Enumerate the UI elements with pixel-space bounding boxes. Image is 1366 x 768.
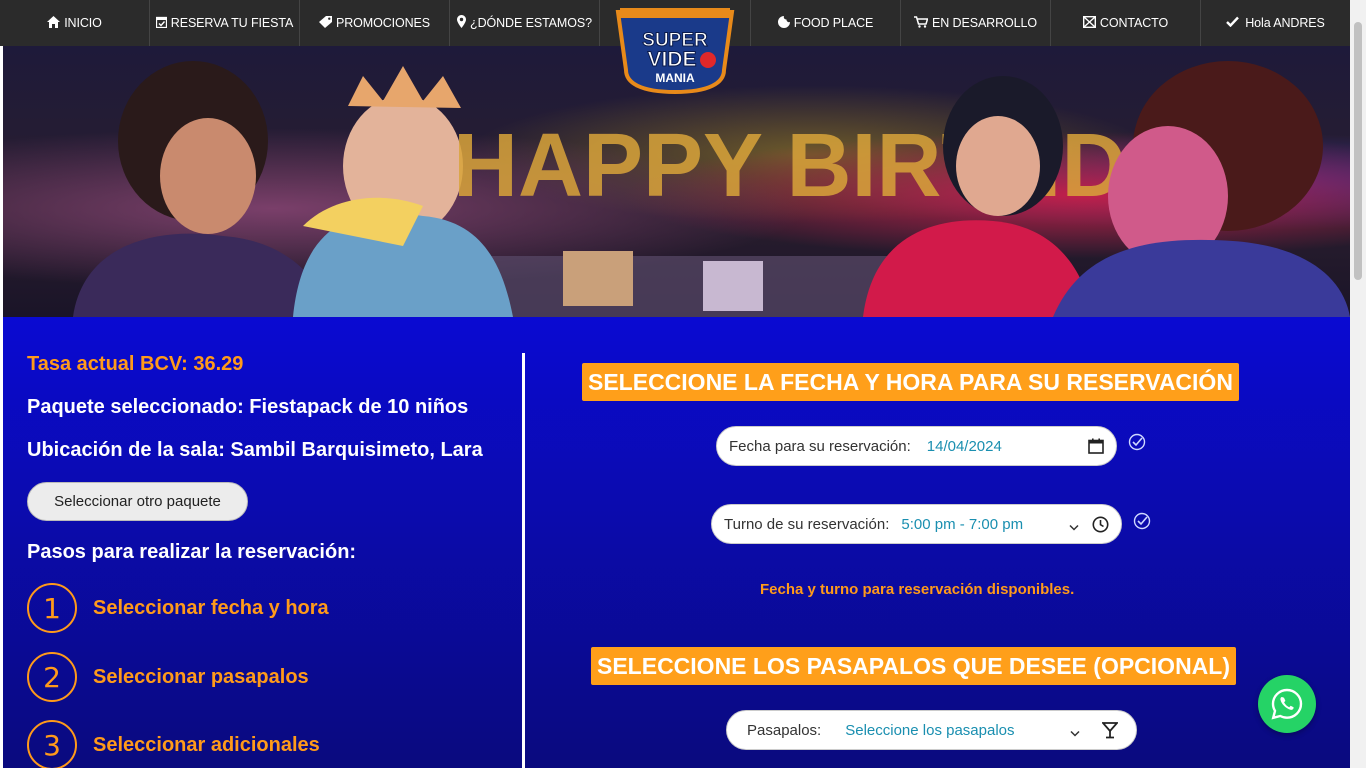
snacks-section-title: SELECCIONE LOS PASAPALOS QUE DESEE (OPCI… bbox=[591, 647, 1236, 685]
select-other-package-button[interactable]: Seleccionar otro paquete bbox=[27, 482, 248, 521]
nav-promociones-label: PROMOCIONES bbox=[335, 16, 431, 30]
nav-promociones[interactable]: PROMOCIONES bbox=[300, 0, 450, 46]
chevron-down-icon[interactable] bbox=[1069, 519, 1079, 536]
nav-usuario[interactable]: Hola ANDRES bbox=[1201, 0, 1350, 46]
shift-valid-check-icon bbox=[1133, 512, 1151, 535]
page-scrollbar[interactable] bbox=[1350, 0, 1366, 768]
snacks-field[interactable]: Pasapalos: Seleccione los pasapalos bbox=[726, 710, 1137, 750]
nav-reserva-label: RESERVA TU FIESTA bbox=[170, 16, 294, 30]
step-3-label: Seleccionar adicionales bbox=[93, 733, 320, 756]
bcv-rate: Tasa actual BCV: 36.29 bbox=[27, 353, 244, 375]
step-2-label: Seleccionar pasapalos bbox=[93, 665, 309, 688]
date-valid-check-icon bbox=[1128, 433, 1146, 456]
availability-message: Fecha y turno para reservación disponibl… bbox=[760, 581, 1075, 598]
shift-field[interactable]: Turno de su reservación: 5:00 pm - 7:00 … bbox=[711, 504, 1122, 544]
date-section-title: SELECCIONE LA FECHA Y HORA PARA SU RESER… bbox=[582, 363, 1239, 401]
date-field[interactable]: Fecha para su reservación: 14/04/2024 bbox=[716, 426, 1117, 466]
cocktail-icon[interactable] bbox=[1101, 722, 1119, 743]
envelope-icon bbox=[1082, 15, 1096, 31]
clock-icon[interactable] bbox=[1092, 516, 1109, 537]
logo-line2: VIDE bbox=[647, 48, 696, 71]
nav-reserva[interactable]: RESERVA TU FIESTA bbox=[150, 0, 300, 46]
date-label: Fecha para su reservación: bbox=[729, 437, 911, 455]
room-location: Ubicación de la sala: Sambil Barquisimet… bbox=[27, 439, 483, 461]
steps-title: Pasos para realizar la reservación: bbox=[27, 541, 357, 563]
whatsapp-icon bbox=[1271, 688, 1303, 720]
site-logo[interactable]: SUPER VIDE MANIA bbox=[614, 8, 736, 100]
nav-desarrollo[interactable]: EN DESARROLLO bbox=[901, 0, 1051, 46]
nav-desarrollo-label: EN DESARROLLO bbox=[932, 16, 1037, 30]
shift-label: Turno de su reservación: bbox=[724, 515, 890, 533]
nav-food[interactable]: FOOD PLACE bbox=[751, 0, 901, 46]
home-icon bbox=[47, 15, 61, 31]
cart-icon bbox=[914, 15, 929, 31]
step-3: 3 Seleccionar adicionales bbox=[27, 720, 320, 768]
selected-package: Paquete seleccionado: Fiestapack de 10 n… bbox=[27, 396, 469, 418]
nav-donde-label: ¿DÓNDE ESTAMOS? bbox=[470, 16, 592, 30]
date-value: 14/04/2024 bbox=[926, 437, 1002, 455]
nav-contacto[interactable]: CONTACTO bbox=[1051, 0, 1201, 46]
cookie-icon bbox=[777, 15, 790, 31]
whatsapp-button[interactable] bbox=[1258, 675, 1316, 733]
chevron-down-icon[interactable] bbox=[1070, 725, 1080, 742]
reservation-panel: Tasa actual BCV: 36.29 Paquete seleccion… bbox=[3, 317, 1350, 768]
nav-donde[interactable]: ¿DÓNDE ESTAMOS? bbox=[450, 0, 600, 46]
nav-food-label: FOOD PLACE bbox=[793, 16, 874, 30]
nav-inicio[interactable]: INICIO bbox=[0, 0, 150, 46]
step-1-number: 1 bbox=[27, 583, 77, 633]
snacks-label: Pasapalos: bbox=[747, 721, 822, 739]
calendar-icon[interactable] bbox=[1088, 438, 1104, 458]
map-pin-icon bbox=[457, 15, 467, 31]
shift-value: 5:00 pm - 7:00 pm bbox=[901, 515, 1024, 533]
step-1-label: Seleccionar fecha y hora bbox=[93, 596, 329, 619]
snacks-value: Seleccione los pasapalos bbox=[845, 721, 1015, 739]
step-3-number: 3 bbox=[27, 720, 77, 768]
step-1: 1 Seleccionar fecha y hora bbox=[27, 583, 329, 633]
nav-contacto-label: CONTACTO bbox=[1099, 16, 1169, 30]
step-2-number: 2 bbox=[27, 652, 77, 702]
logo-line3: MANIA bbox=[655, 71, 695, 85]
calendar-check-icon bbox=[155, 16, 167, 31]
column-divider bbox=[522, 353, 525, 768]
logo-dot-icon bbox=[700, 52, 716, 68]
step-2: 2 Seleccionar pasapalos bbox=[27, 652, 309, 702]
nav-usuario-label: Hola ANDRES bbox=[1245, 16, 1325, 30]
nav-inicio-label: INICIO bbox=[64, 16, 102, 30]
check-icon bbox=[1226, 16, 1240, 30]
tag-icon bbox=[318, 15, 332, 31]
scrollbar-thumb[interactable] bbox=[1354, 22, 1362, 280]
